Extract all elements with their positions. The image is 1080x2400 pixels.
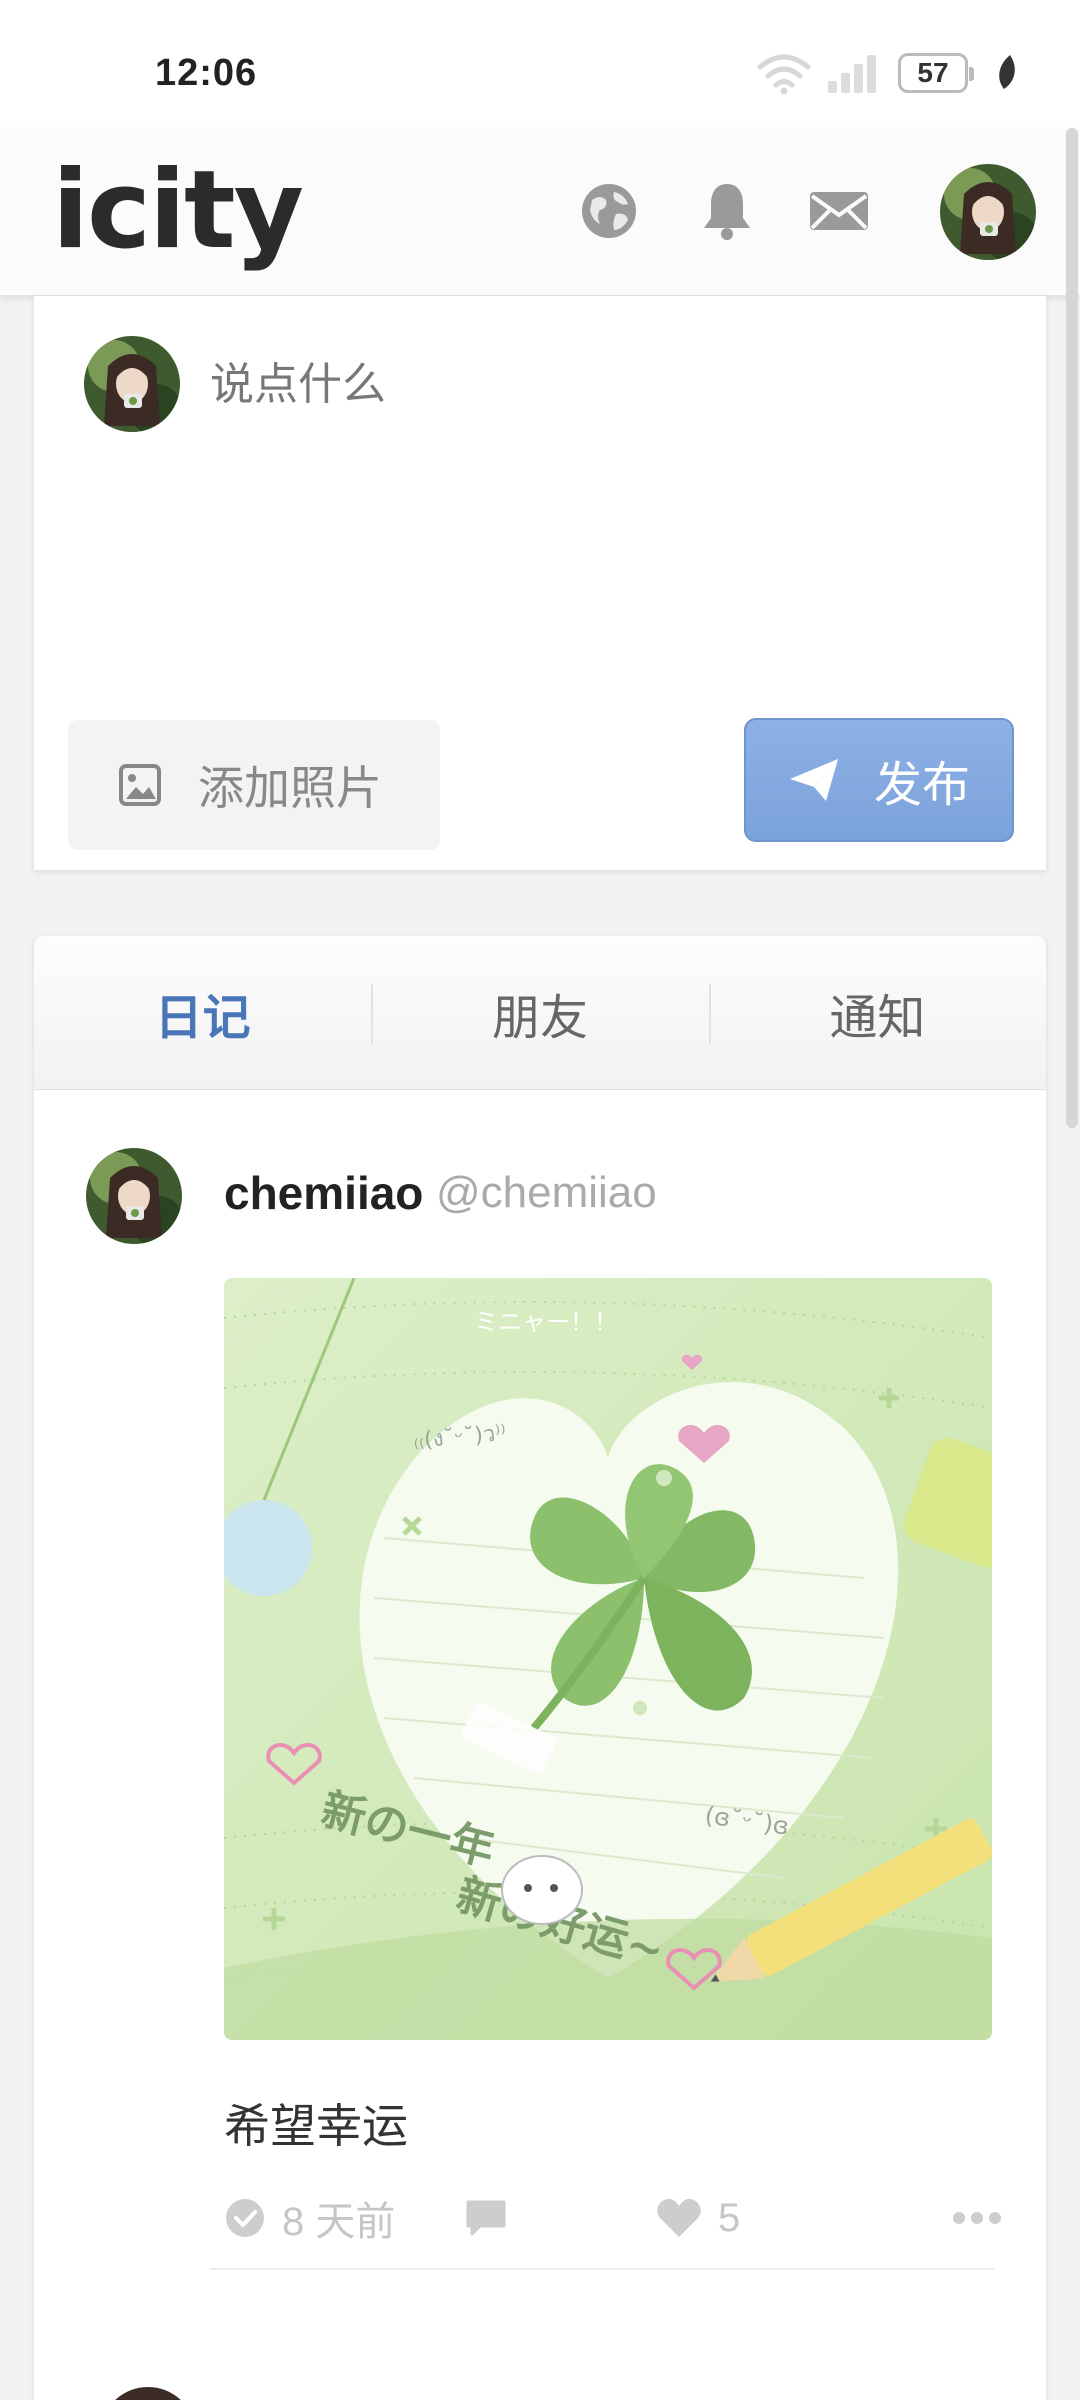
heart-icon: [657, 2199, 701, 2237]
globe-icon[interactable]: [576, 178, 642, 244]
battery-level: 57: [917, 57, 949, 88]
send-icon: [789, 759, 838, 801]
signal-icon: [828, 55, 876, 93]
comment-icon: [466, 2200, 506, 2236]
compose-card: 说点什么 添加照片 发布: [34, 296, 1046, 870]
app-logo[interactable]: icity: [52, 148, 304, 273]
feed-card: 日记 朋友 通知 chemiiao @chemiiao ミニャー！！ ₍₍(ง˘…: [34, 936, 1046, 2400]
mail-icon[interactable]: [806, 178, 872, 244]
scrollbar-thumb[interactable]: [1066, 128, 1078, 1128]
status-icons: 57: [756, 48, 1020, 98]
more-options-button[interactable]: [952, 2188, 1002, 2248]
wifi-icon: [757, 54, 811, 95]
image-icon: [119, 764, 161, 806]
publish-button[interactable]: 发布: [744, 718, 1014, 842]
check-circle-icon: [226, 2199, 264, 2237]
like-button[interactable]: 5: [656, 2188, 740, 2248]
post-author-name[interactable]: chemiiao: [224, 1166, 423, 1220]
app-header: icity: [0, 128, 1080, 296]
post-image[interactable]: ミニャー！！ ₍₍(ง˘ᵕ˘)ว⁾⁾ (ɞ˘ᵕ˘)ɞ 新の一年 新の好运~: [224, 1278, 992, 2040]
post-author-avatar[interactable]: [86, 1148, 182, 1244]
bell-icon[interactable]: [694, 178, 760, 244]
post-divider: [210, 2268, 994, 2270]
post-time: 8 天前: [282, 2200, 396, 2244]
publish-label: 发布: [873, 759, 970, 812]
comment-button[interactable]: [464, 2188, 508, 2248]
more-icon: [953, 2212, 1001, 2224]
add-photo-label: 添加照片: [198, 762, 382, 814]
tab-notifications[interactable]: 通知: [708, 936, 1046, 1089]
tab-diary[interactable]: 日记: [34, 936, 371, 1089]
image-text-top: ミニャー！！: [474, 1308, 618, 1336]
add-photo-button[interactable]: 添加照片: [68, 720, 440, 850]
post-text: 希望幸运: [224, 2100, 408, 2152]
tab-friends[interactable]: 朋友: [371, 936, 708, 1089]
compose-avatar: [84, 336, 180, 432]
leaf-icon: [999, 55, 1015, 89]
status-bar: 12:06 57: [0, 0, 1080, 128]
post-actions: 8 天前 5: [224, 2188, 1014, 2248]
post-timestamp[interactable]: 8 天前: [224, 2188, 395, 2248]
battery-icon: 57: [898, 53, 974, 93]
like-count: 5: [718, 2195, 741, 2240]
status-time: 12:06: [155, 52, 258, 94]
next-post-avatar[interactable]: [100, 2387, 196, 2400]
user-avatar[interactable]: [940, 164, 1036, 260]
post-author-handle[interactable]: @chemiiao: [436, 1168, 657, 1218]
tab-bar: 日记 朋友 通知: [34, 936, 1046, 1090]
compose-input[interactable]: 说点什么: [210, 348, 386, 412]
